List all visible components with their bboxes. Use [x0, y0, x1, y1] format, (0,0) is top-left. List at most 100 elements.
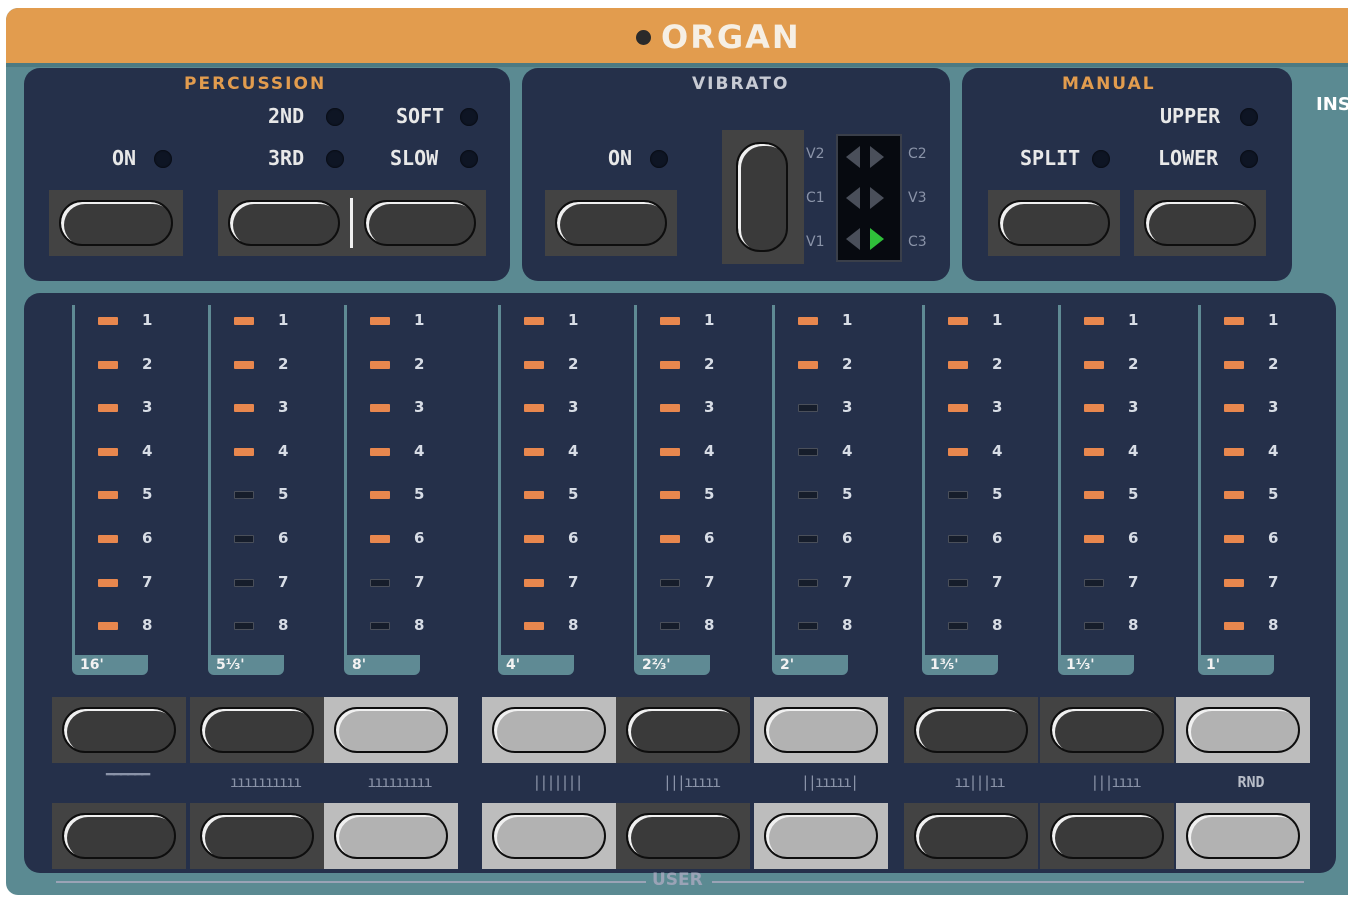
vibrato-mode-label: V1	[806, 234, 825, 250]
percussion-on-button[interactable]	[59, 200, 173, 246]
drawbar-level-number: 2	[1128, 354, 1139, 373]
drawbar-level-led	[660, 404, 680, 413]
percussion-decay-button[interactable]	[364, 200, 476, 246]
preset-label: |||||||	[532, 773, 583, 791]
preset-button-box	[324, 697, 458, 763]
drawbar-level-number: 8	[1128, 616, 1139, 635]
drawbar-level-number: 6	[1128, 529, 1139, 547]
user-preset-button[interactable]	[764, 813, 878, 859]
drawbar-footage-label[interactable]: 1⅓'	[1058, 655, 1134, 675]
drawbar-level-number: 4	[278, 441, 289, 460]
drawbar-track	[1198, 305, 1201, 655]
user-preset-button[interactable]	[62, 813, 176, 859]
drawbar-level-number: 5	[1128, 485, 1139, 504]
drawbar-level-led	[524, 447, 544, 456]
drawbar-level-led	[1224, 447, 1244, 456]
preset-button-box	[616, 803, 750, 869]
title-led-icon	[636, 29, 651, 45]
drawbar-track	[498, 305, 501, 655]
manual-split-button-box	[988, 190, 1120, 256]
user-preset-button[interactable]	[1050, 813, 1164, 859]
drawbar-level-led	[1224, 578, 1244, 587]
preset-button[interactable]	[914, 707, 1028, 753]
drawbar-footage-label[interactable]: 2⅔'	[634, 655, 710, 675]
drawbar-level-led	[524, 360, 544, 369]
user-preset-button[interactable]	[492, 813, 606, 859]
percussion-harmonic-button-box	[218, 190, 486, 256]
preset-button[interactable]	[62, 707, 176, 753]
drawbar-level-number: 2	[142, 354, 153, 373]
drawbar-level-led	[234, 578, 254, 587]
vibrato-on-label: ON	[608, 146, 633, 170]
drawbar-level-led	[948, 447, 968, 456]
user-preset-button[interactable]	[626, 813, 740, 859]
drawbar-level-number: 7	[568, 572, 579, 591]
vibrato-mode-display	[836, 134, 902, 262]
organ-panel: ORGAN PERCUSSION 2ND SOFT ON 3RD SLOW VI…	[6, 8, 1348, 895]
vibrato-on-button[interactable]	[555, 200, 667, 246]
drawbar-level-led	[370, 622, 390, 631]
manual-split-button[interactable]	[998, 200, 1110, 246]
preset-button-box	[754, 803, 888, 869]
drawbar-level-number: 7	[414, 572, 425, 591]
drawbar-footage-label[interactable]: 5⅓'	[208, 655, 284, 675]
drawbar-footage-label[interactable]: 1⅗'	[922, 655, 998, 675]
preset-button[interactable]	[1050, 707, 1164, 753]
drawbar-level-led	[660, 447, 680, 456]
user-preset-button[interactable]	[200, 813, 314, 859]
vibrato-mode-label: V2	[806, 146, 825, 162]
drawbar-footage-label[interactable]: 4'	[498, 655, 574, 675]
drawbar-footage-label[interactable]: 2'	[772, 655, 848, 675]
manual-lower-led	[1240, 150, 1258, 168]
drawbar-level-number: 6	[568, 529, 579, 547]
preset-button-box	[754, 697, 888, 763]
percussion-harmonic-button[interactable]	[228, 200, 340, 246]
preset-button[interactable]	[764, 707, 878, 753]
drawbar-level-led	[1224, 360, 1244, 369]
manual-upper-lower-button[interactable]	[1144, 200, 1256, 246]
percussion-soft-led	[460, 108, 478, 126]
preset-button[interactable]	[626, 707, 740, 753]
vibrato-mode-button[interactable]	[736, 142, 788, 252]
vibrato-on-led	[650, 150, 668, 168]
drawbar-level-number: 5	[278, 485, 289, 504]
drawbar-track	[72, 305, 75, 655]
drawbar-footage-label[interactable]: 8'	[344, 655, 420, 675]
drawbar-level-led	[948, 360, 968, 369]
vibrato-title: VIBRATO	[692, 74, 790, 94]
drawbar-level-led	[1084, 360, 1104, 369]
drawbar-level-led	[948, 491, 968, 500]
drawbar-level-led	[370, 360, 390, 369]
preset-button-box	[52, 697, 186, 763]
user-preset-button[interactable]	[334, 813, 448, 859]
manual-panel: MANUAL UPPER SPLIT LOWER	[962, 68, 1292, 281]
drawbar-footage-label[interactable]: 16'	[72, 655, 148, 675]
drawbar-level-number: 5	[568, 485, 579, 504]
preset-button[interactable]	[200, 707, 314, 753]
drawbar-level-number: 1	[568, 311, 579, 329]
drawbar-level-led	[1224, 404, 1244, 413]
drawbar-level-led	[798, 447, 818, 456]
drawbar-level-number: 6	[414, 529, 425, 547]
preset-button[interactable]	[1186, 707, 1300, 753]
preset-button-box	[52, 803, 186, 869]
preset-button-box	[324, 803, 458, 869]
drawbar-level-led	[370, 578, 390, 587]
drawbar-level-led	[1084, 447, 1104, 456]
user-preset-button[interactable]	[914, 813, 1028, 859]
drawbar-level-number: 7	[842, 572, 853, 591]
drawbar-level-led	[524, 404, 544, 413]
drawbar-level-number: 7	[278, 572, 289, 591]
user-preset-button[interactable]	[1186, 813, 1300, 859]
drawbar-footage-label[interactable]: 1'	[1198, 655, 1274, 675]
preset-label: ▔▔▔▔▔▔	[105, 773, 150, 791]
preset-button-box	[190, 697, 324, 763]
drawbar-level-led	[798, 317, 818, 325]
drawbar-level-led	[98, 317, 118, 325]
manual-upper-label: UPPER	[1160, 104, 1221, 128]
preset-button-box	[1176, 803, 1310, 869]
preset-button[interactable]	[492, 707, 606, 753]
drawbar-level-led	[1084, 578, 1104, 587]
preset-button-box	[1040, 697, 1174, 763]
preset-button[interactable]	[334, 707, 448, 753]
